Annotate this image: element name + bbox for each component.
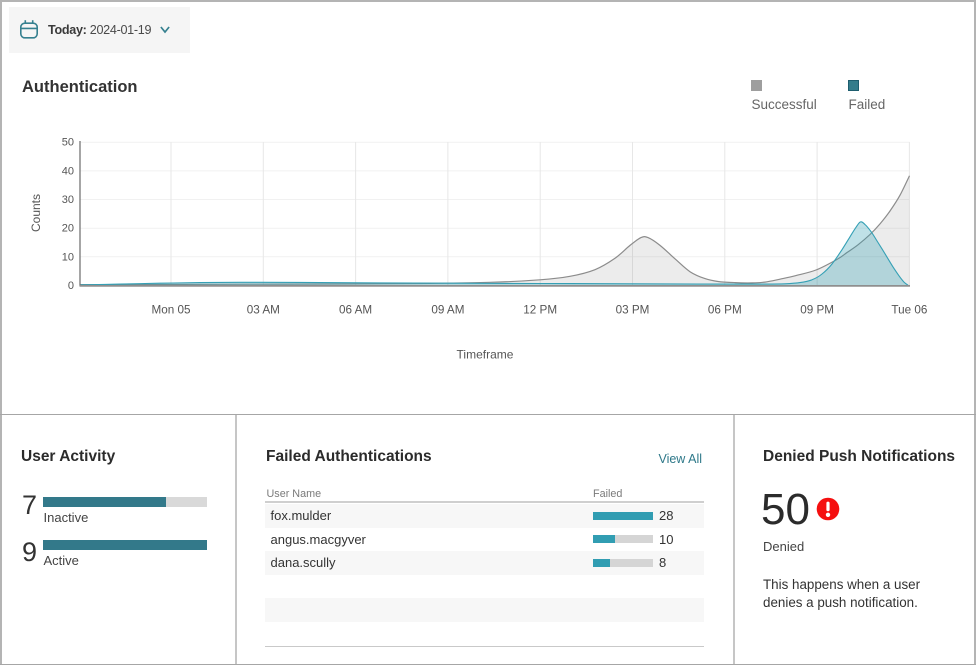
- svg-text:Mon 05: Mon 05: [152, 304, 191, 317]
- svg-text:20: 20: [62, 223, 74, 235]
- svg-text:Counts: Counts: [29, 194, 43, 232]
- svg-text:40: 40: [62, 165, 74, 177]
- svg-text:06 AM: 06 AM: [339, 304, 372, 317]
- svg-text:03 PM: 03 PM: [616, 304, 650, 317]
- svg-text:30: 30: [62, 194, 74, 206]
- svg-text:09 AM: 09 AM: [431, 304, 464, 317]
- svg-text:Timeframe: Timeframe: [457, 348, 514, 362]
- svg-text:06 PM: 06 PM: [708, 304, 742, 317]
- svg-text:09 PM: 09 PM: [800, 304, 834, 317]
- svg-text:12 PM: 12 PM: [523, 304, 557, 317]
- svg-text:0: 0: [68, 280, 74, 292]
- svg-text:Tue 06: Tue 06: [891, 304, 927, 317]
- svg-text:10: 10: [62, 251, 74, 263]
- svg-text:03 AM: 03 AM: [247, 304, 280, 317]
- svg-text:50: 50: [62, 137, 74, 149]
